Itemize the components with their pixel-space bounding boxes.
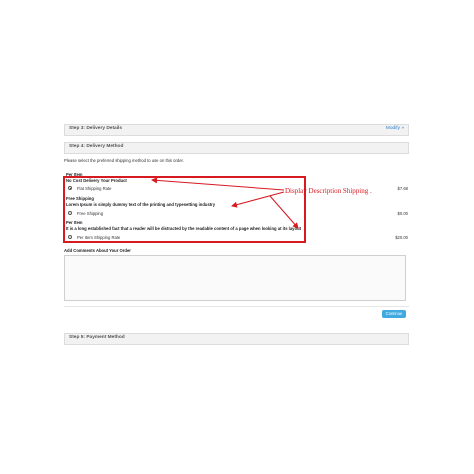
arrow-to-description-1 — [151, 177, 285, 191]
arrow-to-description-2 — [231, 191, 285, 208]
comments-textarea[interactable] — [64, 255, 406, 301]
annotation-arrows — [151, 177, 299, 229]
step5-header: Step 5: Payment Method — [64, 333, 409, 345]
continue-button[interactable]: Continue — [382, 310, 406, 318]
comments-label: Add Comments About Your Order — [64, 248, 131, 253]
arrow-to-description-3 — [269, 195, 299, 229]
step5-title: Step 5: Payment Method — [69, 335, 125, 340]
divider — [64, 306, 409, 307]
